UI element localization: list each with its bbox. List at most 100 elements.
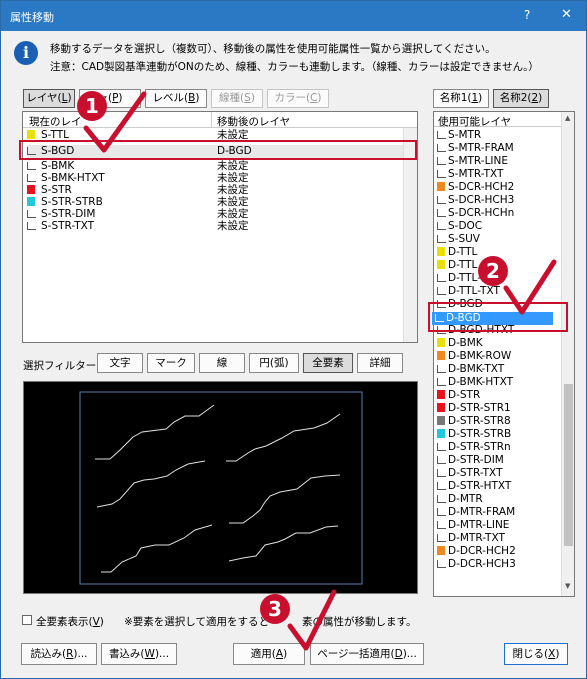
color-swatch [437,429,445,438]
header-current-layer: 現在のレイ [29,116,82,128]
color-swatch [27,185,35,194]
list-item[interactable]: D-STR-STR8 [437,415,559,428]
list-item[interactable]: D-MTR-TXT [437,532,559,545]
layer-icon [437,378,446,386]
available-list-scrollbar[interactable]: ▲ ▼ [561,112,574,596]
color-swatch [27,130,35,139]
list-item[interactable]: D-STR-HTXT [437,480,559,493]
scroll-down-icon[interactable]: ▼ [565,582,570,590]
layer-icon [437,534,446,542]
help-icon[interactable]: ? [524,8,530,22]
list-item-label: D-TTL [448,246,478,258]
layer-icon [437,456,446,464]
list-item[interactable]: S-MTR-FRAM [437,142,559,155]
list-item[interactable]: D-DCR-HCH2 [437,545,559,558]
list-item-label: S-MTR-FRAM [448,142,514,154]
list-item-label: D-MTR [448,493,483,505]
tab-level[interactable]: レベル(B) [145,89,207,108]
list-item[interactable]: D-STR-STR1 [437,402,559,415]
tab-layer[interactable]: レイヤ(L) [23,89,75,108]
table-row[interactable]: S-BMK 未設定 [27,160,412,172]
color-swatch [437,182,445,191]
color-swatch [437,338,445,347]
table-row[interactable]: S-BMK-HTXT 未設定 [27,172,412,184]
list-item[interactable]: D-STR-TXT [437,467,559,480]
tab-color: カラー(C) [267,89,329,108]
list-item[interactable]: S-DCR-HCH3 [437,194,559,207]
layer-icon [437,508,446,516]
list-item-label: D-STR-STRB [448,428,512,440]
table-row[interactable]: S-STR-TXT 未設定 [27,220,412,232]
close-icon[interactable]: ✕ [561,7,572,22]
list-item[interactable]: D-BMK-HTXT [437,376,559,389]
list-item[interactable]: D-MTR-FRAM [437,506,559,519]
scroll-thumb[interactable] [564,384,573,546]
list-item[interactable]: S-DCR-HCH2 [437,181,559,194]
color-swatch [437,403,445,412]
layer-icon [27,174,36,182]
list-item[interactable]: D-MTR-LINE [437,519,559,532]
show-all-checkbox[interactable] [22,615,32,625]
list-item[interactable]: D-BMK-TXT [437,363,559,376]
list-item-label: D-DCR-HCH2 [448,545,516,557]
list-item[interactable]: D-MTR [437,493,559,506]
table-row[interactable]: S-STR 未設定 [27,184,412,196]
list-item[interactable]: D-STR-STRn [437,441,559,454]
list-item-label: D-TTL-TXT [448,285,500,297]
list-item-label: S-DCR-HCH3 [448,194,515,206]
list-scrollbar[interactable] [403,128,417,342]
list-item-label: D-STR-DIM [448,454,504,466]
close-button[interactable]: 閉じる(X) [504,643,568,665]
list-item-label: S-DCR-HCHn [448,207,515,219]
filter-mark-button[interactable]: マーク [147,353,195,373]
available-layer-list[interactable]: 使用可能レイヤ S-MTR S-MTR-FRAM S-MTR-LINE S-MTR-T… [433,111,575,597]
list-item[interactable]: S-MTR [437,129,559,142]
list-item[interactable]: D-DCR-HCH3 [437,558,559,571]
layer-icon [437,157,446,165]
list-item[interactable]: D-BMK [437,337,559,350]
list-item[interactable]: S-DCR-HCHn [437,207,559,220]
tab-name1[interactable]: 名称1(1) [433,89,489,108]
layer-icon [437,131,446,139]
layer-icon [437,196,446,204]
list-item-label: D-STR-STR8 [448,415,511,427]
list-item-label: D-STR-STR1 [448,402,511,414]
save-button[interactable]: 書込み(W)... [101,643,177,665]
filter-line-button[interactable]: 線 [199,353,245,373]
tab-linetype: 線種(S) [211,89,263,108]
show-all-label[interactable]: 全要素表示(V) [36,614,104,629]
list-item-label: D-STR-HTXT [448,480,512,492]
table-row[interactable]: S-STR-STRB 未設定 [27,196,412,208]
list-item[interactable]: S-MTR-TXT [437,168,559,181]
layer-icon [437,443,446,451]
layer-icon [437,560,446,568]
list-item[interactable]: S-SUV [437,233,559,246]
layer-icon [435,314,444,322]
list-item-label: D-BMK [448,337,483,349]
list-item[interactable]: D-STR-STRB [437,428,559,441]
list-item[interactable]: S-DOC [437,220,559,233]
layer-icon [437,365,446,373]
list-item-label: D-MTR-FRAM [448,506,516,518]
info-icon: i [14,41,38,65]
list-item[interactable]: D-STR [437,389,559,402]
dialog-title: 属性移動 [10,11,54,24]
filter-arc-button[interactable]: 円(弧) [249,353,299,373]
filter-all-button[interactable]: 全要素 [303,353,353,373]
layer-icon [437,170,446,178]
notice-text: 注意：CAD製図基準連動がONのため、線種、カラーも連動します。（線種、カラーは… [50,61,539,73]
list-item-label: S-MTR-TXT [448,168,504,180]
tab-name2[interactable]: 名称2(2) [493,89,549,108]
list-item[interactable]: S-MTR-LINE [437,155,559,168]
load-button[interactable]: 読込み(R)... [21,643,97,665]
table-row[interactable]: S-STR-DIM 未設定 [27,208,412,220]
filter-detail-button[interactable]: 詳細 [357,353,403,373]
scroll-up-icon[interactable]: ▲ [565,114,570,122]
color-swatch [437,260,445,269]
list-item[interactable]: D-BMK-ROW [437,350,559,363]
list-item[interactable]: D-STR-DIM [437,454,559,467]
color-swatch [437,351,445,360]
drawing-preview [23,381,418,594]
checkmark-2-icon [503,259,557,315]
filter-text-button[interactable]: 文字 [97,353,143,373]
